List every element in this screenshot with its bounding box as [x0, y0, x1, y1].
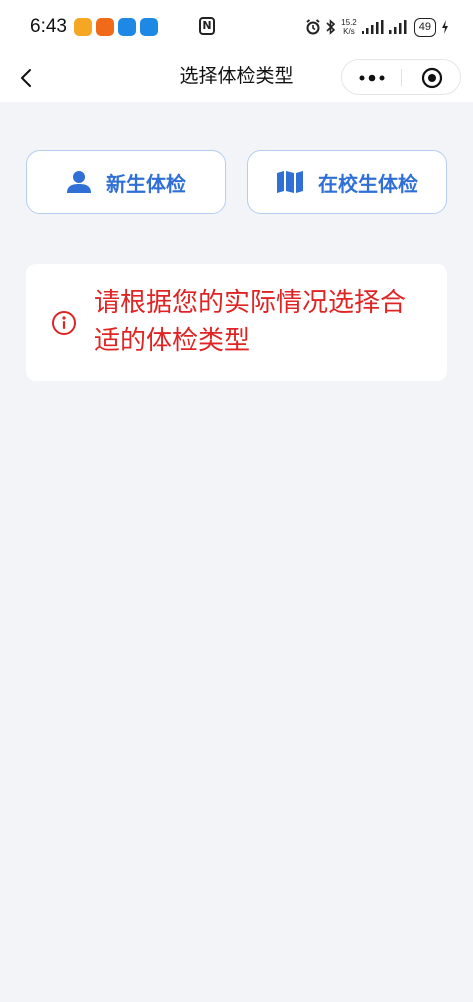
alarm-icon: [306, 19, 320, 35]
app-notification-icon: [74, 18, 92, 36]
notice-text: 请根据您的实际情况选择合适的体检类型: [94, 288, 407, 356]
new-student-exam-label: 新生体检: [106, 171, 186, 196]
info-icon: [52, 311, 76, 335]
close-mini-program-icon[interactable]: [421, 67, 443, 89]
more-icon[interactable]: [356, 69, 388, 87]
nfc-icon: N: [199, 17, 215, 35]
user-icon: [67, 171, 91, 193]
app-notification-icon: [96, 18, 114, 36]
navigation-bar: 选择体检类型: [0, 54, 473, 102]
capsule-divider: [401, 69, 402, 86]
status-time: 6:43: [30, 16, 67, 37]
new-student-exam-button[interactable]: 新生体检: [26, 150, 226, 214]
map-icon: [277, 171, 303, 193]
status-indicators: 15.2 K/s 49: [305, 14, 449, 40]
notice-card: 请根据您的实际情况选择合适的体检类型: [26, 264, 447, 381]
mini-program-capsule: [341, 59, 461, 95]
status-bar: 6:43 N 15.2 K/s 49: [0, 0, 473, 54]
in-school-exam-button[interactable]: 在校生体检: [247, 150, 447, 214]
charging-icon: [442, 20, 448, 34]
signal-icon: [388, 20, 407, 34]
cloud-notification-icon: [140, 18, 158, 36]
network-speed: 15.2 K/s: [341, 18, 357, 36]
signal-icon: [361, 20, 384, 34]
chat-notification-icon: [118, 18, 136, 36]
bluetooth-icon: [326, 19, 336, 35]
in-school-exam-label: 在校生体检: [318, 171, 418, 196]
battery-indicator: 49: [413, 17, 436, 37]
